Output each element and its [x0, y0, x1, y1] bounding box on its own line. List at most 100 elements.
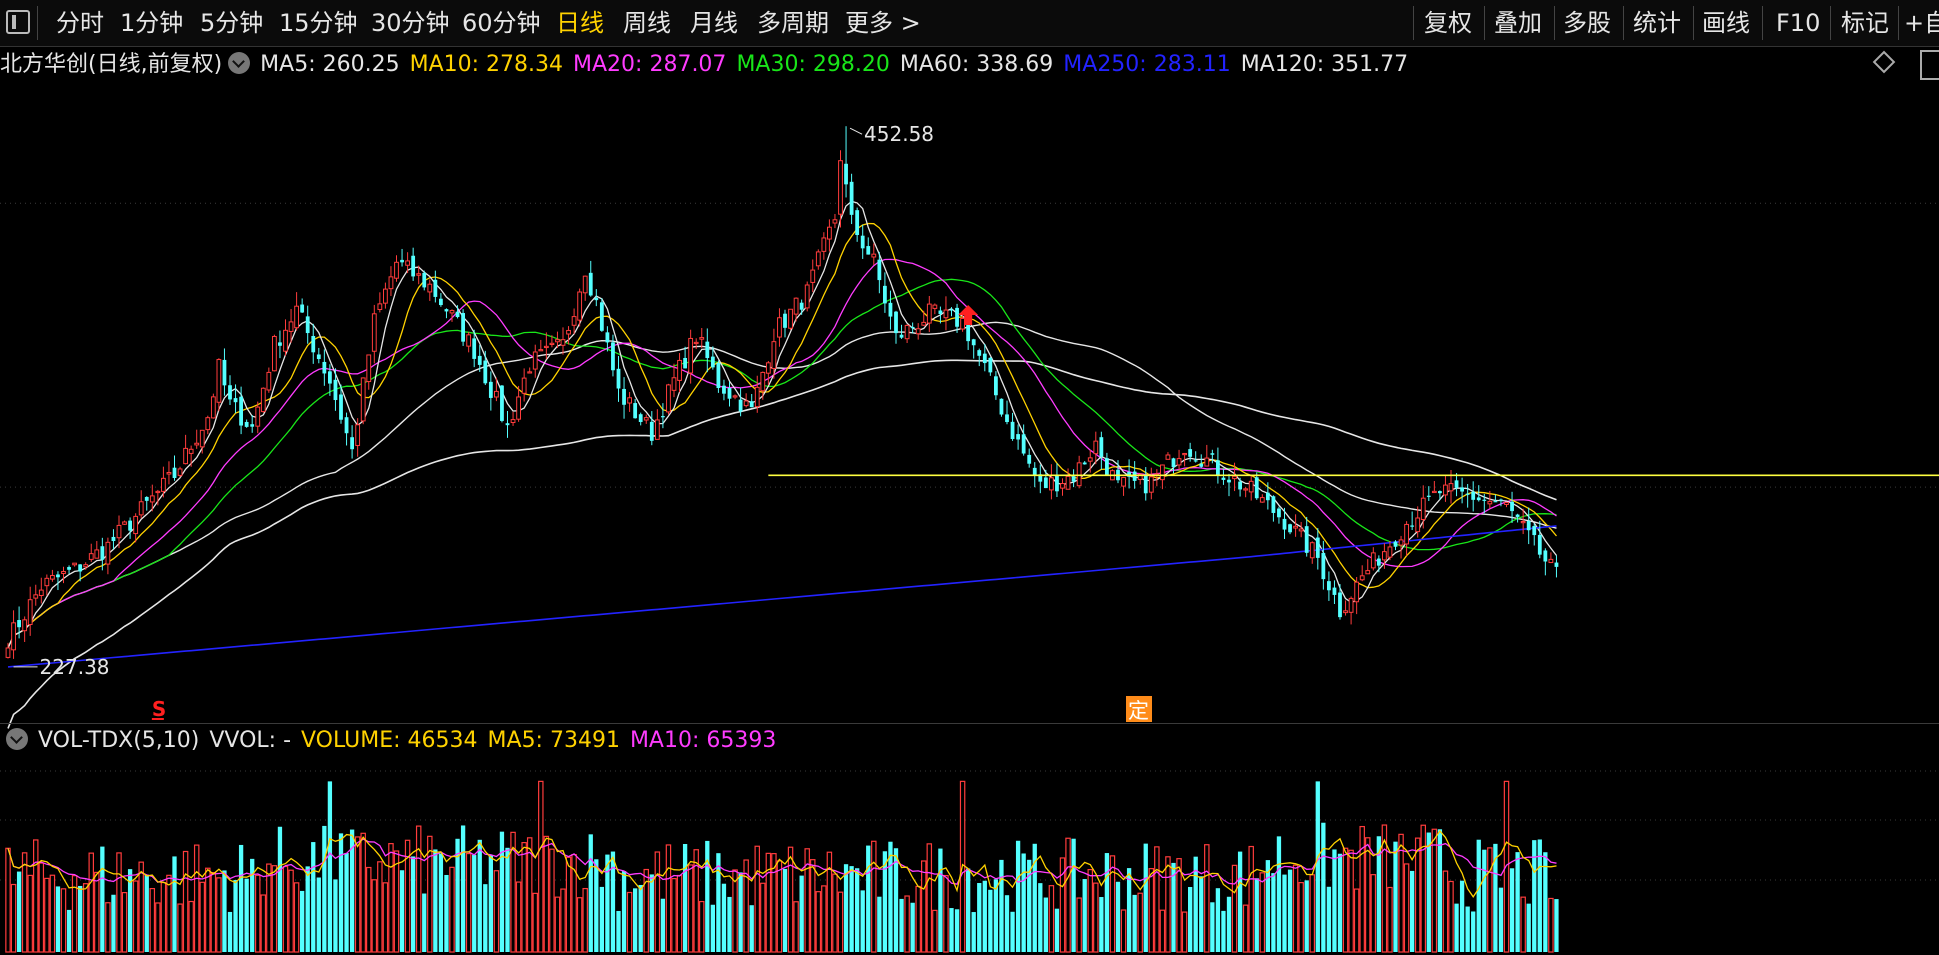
candle-body-down: [866, 246, 871, 255]
volume-bar-down: [327, 781, 333, 952]
volume-bar-down: [1043, 897, 1048, 952]
candle-body-down: [727, 387, 732, 399]
volume-bar-down: [860, 890, 865, 952]
candle-body-down: [100, 546, 105, 560]
volume-bar-down: [660, 898, 666, 952]
moving-average-lines: [7, 200, 1558, 729]
volume-bar-up: [1181, 911, 1188, 953]
candle-body-down: [1210, 453, 1215, 455]
candle-body-down: [1188, 449, 1193, 457]
volume-bar-down: [244, 878, 249, 952]
volume-bar-down: [649, 874, 654, 952]
candle-body-down: [1410, 525, 1415, 527]
candle-body-up: [677, 359, 682, 381]
volume-bar-up: [366, 866, 372, 953]
candle-body-down: [488, 381, 493, 398]
candle-body-down: [311, 336, 316, 353]
volume-bar-up: [920, 860, 927, 953]
volume-bar-down: [1471, 911, 1476, 952]
volume-bar-up: [1398, 833, 1404, 953]
volume-bar-down: [433, 849, 438, 952]
volume-bar-down: [1465, 906, 1470, 952]
volume-bar-up: [1548, 897, 1554, 953]
candle-body-down: [1438, 491, 1442, 494]
candle-body-up: [1204, 457, 1210, 467]
volume-bar-up: [271, 865, 278, 953]
volume-bar-up: [521, 842, 527, 953]
volume-bar-up: [282, 865, 289, 953]
candle-body-up: [1060, 483, 1065, 489]
volume-bar-up: [177, 903, 183, 953]
candle-body-up: [827, 226, 832, 240]
volume-bar-up: [560, 888, 566, 953]
candle-body-down: [1554, 562, 1559, 567]
candle-body-down: [433, 279, 438, 297]
candle-body-up: [283, 329, 288, 352]
candle-body-down: [1537, 534, 1542, 555]
volume-bar-up: [193, 844, 200, 953]
volume-bar-up: [288, 869, 294, 953]
candle-body-up: [1093, 440, 1099, 455]
candle-body-down: [844, 163, 848, 185]
volume-bar-down: [1010, 911, 1015, 952]
kline-chart[interactable]: 452.58 227.38 S 定: [0, 0, 1939, 955]
volume-bar-up: [832, 873, 838, 953]
volume-bar-up: [932, 909, 938, 953]
candle-body-down: [239, 396, 243, 426]
volume-bar-down: [78, 885, 83, 952]
candle-body-down: [1510, 501, 1514, 512]
candle-body-down: [439, 298, 443, 306]
candle-body-up: [1293, 525, 1298, 529]
candle-body-down: [250, 424, 255, 427]
candle-body-down: [228, 385, 232, 400]
volume-info-line: VOL-TDX(5,10) VVOL: - VOLUME: 46534 MA5: 73…: [0, 726, 786, 756]
volume-bar-down: [499, 831, 505, 952]
volume-bar-down: [438, 853, 444, 952]
volume-bar-up: [1159, 909, 1166, 953]
candle-body-down: [1338, 592, 1342, 618]
volume-bar-up: [809, 859, 816, 953]
candle-body-up: [871, 253, 877, 258]
volume-bar-up: [532, 892, 538, 953]
candle-body-down: [1282, 518, 1287, 530]
candle-body-down: [1277, 508, 1281, 518]
volume-bar-up: [1370, 874, 1377, 953]
candle-body-up: [810, 269, 816, 283]
candle-body-up: [532, 351, 538, 370]
panel-divider: [0, 723, 1939, 724]
candle-body-down: [17, 620, 21, 628]
volume-bar-down: [483, 884, 488, 952]
candle-body-down: [78, 564, 83, 572]
candle-body-up: [216, 359, 222, 403]
volume-bar-down: [333, 879, 338, 952]
candle-body-up: [427, 283, 433, 293]
volume-bar-down: [66, 909, 72, 952]
volume-bar-up: [132, 880, 139, 953]
candle-body-up: [38, 589, 44, 597]
candle-body-down: [982, 353, 987, 364]
volume-bar-down: [1304, 880, 1309, 952]
high-price-label: 452.58: [864, 122, 934, 146]
candle-body-up: [1448, 483, 1454, 492]
candle-body-down: [1321, 553, 1326, 580]
candle-body-up: [743, 400, 749, 407]
volume-bar-up: [765, 852, 772, 953]
volume-bar-up: [155, 902, 161, 953]
volume-bar-down: [1337, 853, 1343, 952]
candle-body-up: [699, 337, 705, 340]
chevron-down-icon[interactable]: [6, 728, 28, 750]
candle-body-down: [1515, 514, 1520, 517]
candle-body-up: [549, 342, 555, 345]
candle-body-up: [1076, 462, 1082, 487]
volume-bar-up: [1414, 837, 1421, 953]
volume-bar-up: [377, 861, 383, 953]
candle-body-up: [88, 553, 94, 560]
candle-body-down: [638, 414, 643, 422]
volume-bar-up: [815, 891, 822, 953]
candle-body-down: [649, 421, 654, 441]
candle-body-up: [527, 371, 533, 374]
volume-bar-down: [1315, 781, 1320, 952]
volume-bar-up: [1076, 897, 1082, 953]
volume-bar-up: [60, 888, 67, 953]
volume-bar-down: [910, 902, 915, 952]
